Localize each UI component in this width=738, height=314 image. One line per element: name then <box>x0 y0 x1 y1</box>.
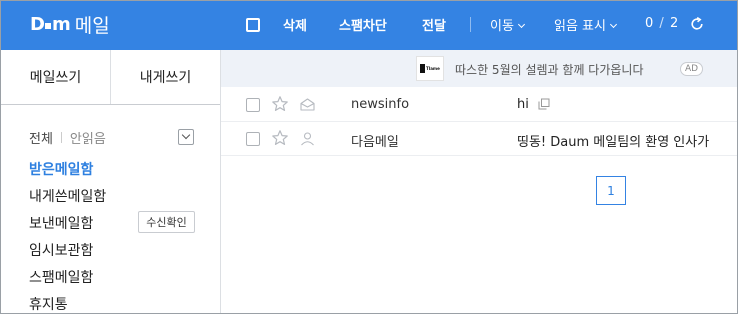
unread-envelope-icon <box>300 98 315 111</box>
logo-text: 메일 <box>74 14 110 37</box>
filter-unread[interactable]: 안읽음 <box>70 128 106 147</box>
receipt-check-button[interactable]: 수신확인 <box>138 211 195 233</box>
folder-sent-to-self[interactable]: 내게쓴메일함 <box>29 186 106 206</box>
count-separator: / <box>659 16 664 31</box>
sidebar: 메일쓰기 내게쓰기 전체 안읽음 받은메일함 내게쓴메일함 보낸메일함 수신확인… <box>1 50 221 313</box>
folder-drafts[interactable]: 임시보관함 <box>29 240 93 260</box>
mark-read-dropdown[interactable]: 읽음 표시 <box>554 15 618 34</box>
compose-to-self-button[interactable]: 내게쓰기 <box>110 50 220 104</box>
sender-name[interactable]: newsinfo <box>351 97 409 112</box>
toolbar-divider <box>470 17 471 32</box>
mark-read-label: 읽음 표시 <box>554 19 606 34</box>
mail-filter: 전체 안읽음 <box>29 128 106 147</box>
spam-block-button[interactable]: 스팸차단 <box>339 15 387 34</box>
compose-row: 메일쓰기 내게쓰기 <box>1 50 220 105</box>
move-label: 이동 <box>490 19 514 34</box>
mail-subject[interactable]: hi <box>517 97 529 112</box>
top-toolbar: Dm 메일 삭제 스팸차단 전달 이동 읽음 표시 0 / 2 <box>1 1 737 50</box>
row-checkbox[interactable] <box>246 98 260 112</box>
forward-button[interactable]: 전달 <box>422 15 446 34</box>
filter-all[interactable]: 전체 <box>29 128 53 147</box>
folder-sent[interactable]: 보낸메일함 <box>29 213 93 233</box>
mail-window: Dm 메일 삭제 스팸차단 전달 이동 읽음 표시 0 / 2 메일쓰기 내게쓰… <box>0 0 738 314</box>
filter-divider <box>60 132 62 143</box>
mail-subject[interactable]: 띵동! Daum 메일팀의 환영 인사가 <box>517 131 709 150</box>
preview-window-icon[interactable] <box>538 98 550 110</box>
chevron-down-icon <box>517 20 525 29</box>
total-count: 2 <box>669 16 679 31</box>
mail-row[interactable]: newsinfo hi <box>221 88 737 122</box>
mail-list-pane: TIame 따스한 5월의 설렘과 함께 다가옵니다 AD newsinfo h… <box>221 50 737 313</box>
folder-spam[interactable]: 스팸메일함 <box>29 267 93 287</box>
sender-name[interactable]: 다음메일 <box>351 131 399 150</box>
row-checkbox[interactable] <box>246 132 260 146</box>
move-dropdown[interactable]: 이동 <box>490 15 525 34</box>
mail-row[interactable]: 다음메일 띵동! Daum 메일팀의 환영 인사가 <box>221 122 737 156</box>
folder-collapse-toggle[interactable] <box>178 129 194 145</box>
refresh-icon[interactable] <box>690 17 704 31</box>
person-icon <box>301 132 314 146</box>
ad-thumbnail-mark <box>420 64 425 73</box>
ad-thumbnail: TIame <box>416 56 444 81</box>
ad-thumbnail-text: TIame <box>426 66 440 71</box>
delete-button[interactable]: 삭제 <box>283 15 307 34</box>
selected-count: 0 <box>645 16 654 31</box>
folder-inbox[interactable]: 받은메일함 <box>29 159 93 179</box>
star-icon[interactable] <box>271 129 289 147</box>
ad-badge: AD <box>680 62 704 76</box>
folder-trash[interactable]: 휴지통 <box>29 294 68 313</box>
chevron-down-icon <box>609 20 618 29</box>
compose-button[interactable]: 메일쓰기 <box>1 50 110 104</box>
ad-banner[interactable]: TIame 따스한 5월의 설렘과 함께 다가옵니다 AD <box>221 50 737 87</box>
star-icon[interactable] <box>271 95 289 113</box>
selection-count: 0 / 2 <box>645 16 678 31</box>
daum-mail-logo[interactable]: Dm 메일 <box>30 12 110 37</box>
select-all-checkbox[interactable] <box>246 18 260 32</box>
page-1-button[interactable]: 1 <box>596 176 626 205</box>
ad-text[interactable]: 따스한 5월의 설렘과 함께 다가옵니다 <box>455 61 644 78</box>
daum-logo-mark: Dm <box>30 13 71 35</box>
